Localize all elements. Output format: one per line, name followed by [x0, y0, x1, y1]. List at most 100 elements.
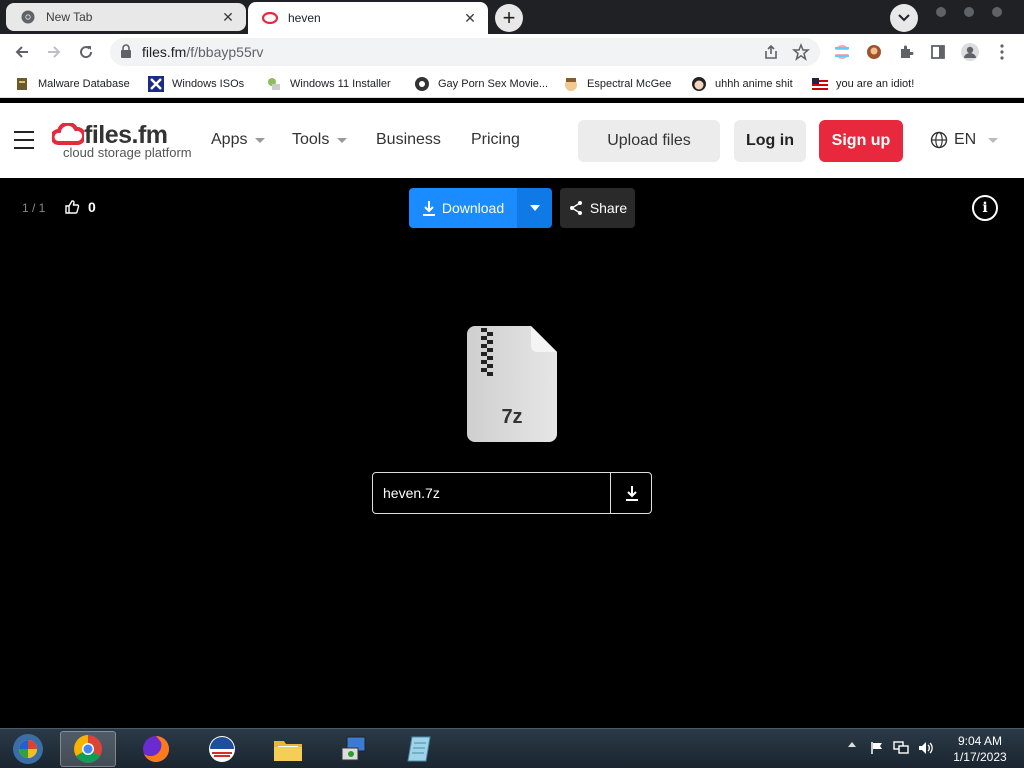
nav-pricing[interactable]: Pricing [471, 131, 520, 149]
signup-button[interactable]: Sign up [819, 120, 903, 162]
site-logo[interactable]: files.fm cloud storage platform [52, 121, 192, 161]
bookmark-label: you are an idiot! [836, 78, 915, 90]
globe-icon [930, 131, 948, 149]
clock-time: 9:04 AM [957, 734, 1003, 748]
chrome-icon [20, 9, 36, 25]
reload-icon [80, 46, 93, 59]
archive-file-icon: 7z [467, 326, 557, 442]
download-options-button[interactable] [517, 188, 552, 228]
language-selector[interactable]: EN [930, 131, 999, 149]
like-button[interactable]: 0 [64, 199, 96, 215]
url-host: files.fm [142, 44, 187, 60]
file-download-button[interactable] [611, 473, 652, 513]
bookmark-label: Malware Database [38, 78, 130, 90]
caret-down-icon [255, 137, 266, 143]
back-button[interactable] [10, 40, 34, 64]
new-tab-button[interactable]: + [495, 4, 523, 32]
side-panel-icon[interactable] [928, 42, 948, 62]
anime-bookmark-icon [691, 76, 707, 92]
browser-toolbar: files.fm/f/bbayp55rv [0, 34, 1024, 70]
taskbar-explorer[interactable] [260, 731, 316, 767]
login-button[interactable]: Log in [734, 120, 806, 162]
face-bookmark-icon [563, 76, 579, 92]
hamburger-menu-icon[interactable] [14, 131, 34, 149]
maximize-button[interactable] [964, 7, 974, 17]
bookmark-movie-site[interactable]: Gay Porn Sex Movie... [414, 75, 548, 93]
tab-title: heven [288, 11, 321, 25]
taskbar-control-panel[interactable] [326, 731, 382, 767]
close-tab-icon[interactable]: ✕ [462, 10, 478, 26]
like-count: 0 [88, 199, 96, 215]
taskbar-app-logo[interactable] [194, 731, 250, 767]
system-clock[interactable]: 9:04 AM 1/17/2023 [944, 733, 1016, 765]
flag-bookmark-icon [812, 76, 828, 92]
profile-icon[interactable] [960, 42, 980, 62]
nav-label: Pricing [471, 131, 520, 148]
download-button[interactable]: Download [409, 188, 517, 228]
bookmark-malware-database[interactable]: Malware Database [14, 75, 130, 93]
reload-button[interactable] [74, 40, 98, 64]
taskbar-notepad[interactable] [392, 731, 448, 767]
bookmark-anime[interactable]: uhhh anime shit [691, 75, 793, 93]
share-button[interactable]: Share [560, 188, 635, 228]
forward-button[interactable] [42, 40, 66, 64]
bookmark-windows-isos[interactable]: Windows ISOs [148, 75, 244, 93]
nav-business[interactable]: Business [376, 131, 441, 149]
download-icon [625, 486, 638, 501]
share-page-icon[interactable] [762, 43, 780, 61]
start-button[interactable] [0, 731, 56, 767]
nav-tools[interactable]: Tools [292, 131, 348, 149]
show-hidden-icons-button[interactable] [848, 741, 856, 747]
info-button[interactable]: i [972, 195, 998, 221]
close-tab-icon[interactable]: ✕ [220, 9, 236, 25]
action-center-flag-icon[interactable] [870, 741, 884, 755]
tab-new-tab[interactable]: New Tab ✕ [6, 3, 246, 31]
bookmark-label: Windows 11 Installer [290, 78, 391, 90]
x-bookmark-icon [148, 76, 164, 92]
caret-down-icon [337, 137, 348, 143]
lock-icon[interactable] [120, 44, 132, 58]
kebab-menu-icon[interactable] [992, 42, 1012, 62]
bookmark-windows-11-installer[interactable]: Windows 11 Installer [266, 75, 391, 93]
clock-date: 1/17/2023 [953, 750, 1007, 764]
filesfm-favicon-icon [262, 10, 278, 26]
network-icon[interactable] [893, 741, 909, 755]
download-label: Download [441, 200, 505, 216]
malware-bookmark-icon [14, 76, 30, 92]
url-text: files.fm/f/bbayp55rv [142, 44, 263, 60]
bookmark-star-icon[interactable] [792, 43, 810, 61]
upload-files-button[interactable]: Upload files [578, 120, 720, 162]
download-icon [422, 201, 435, 216]
tab-search-button[interactable] [890, 4, 918, 32]
tab-heven[interactable]: heven ✕ [248, 2, 488, 34]
bookmark-espectral-mcgee[interactable]: Espectral McGee [563, 75, 671, 93]
extension-avatar-icon[interactable] [864, 42, 884, 62]
nav-label: Apps [211, 131, 248, 148]
extensions-puzzle-icon[interactable] [896, 42, 916, 62]
volume-icon[interactable] [918, 741, 934, 755]
taskbar-firefox[interactable] [128, 731, 184, 767]
bookmark-label: Espectral McGee [587, 78, 672, 90]
file-counter: 1 / 1 [22, 201, 46, 215]
url-path: /f/bbayp55rv [186, 44, 264, 60]
language-label: EN [954, 131, 977, 148]
minimize-button[interactable] [936, 7, 946, 17]
nav-apps[interactable]: Apps [211, 131, 266, 149]
bookmark-you-are-an-idiot[interactable]: you are an idiot! [812, 75, 914, 93]
share-label: Share [589, 200, 628, 216]
circle-logo-icon [209, 736, 235, 762]
file-name-box: heven.7z [372, 472, 652, 514]
close-window-button[interactable] [992, 7, 1002, 17]
bookmark-label: uhhh anime shit [715, 78, 793, 90]
arrow-left-icon [15, 46, 28, 58]
thumbs-up-icon [65, 200, 80, 214]
taskbar-chrome[interactable] [60, 731, 116, 767]
site-header: files.fm cloud storage platform Apps Too… [0, 103, 1024, 178]
movie-bookmark-icon [414, 76, 430, 92]
brand-tagline: cloud storage platform [63, 145, 192, 160]
address-bar[interactable]: files.fm/f/bbayp55rv [110, 38, 820, 66]
nav-label: Business [376, 131, 441, 148]
extension-flag-icon[interactable] [832, 42, 852, 62]
tab-title: New Tab [46, 10, 93, 24]
bookmark-label: Windows ISOs [172, 78, 245, 90]
